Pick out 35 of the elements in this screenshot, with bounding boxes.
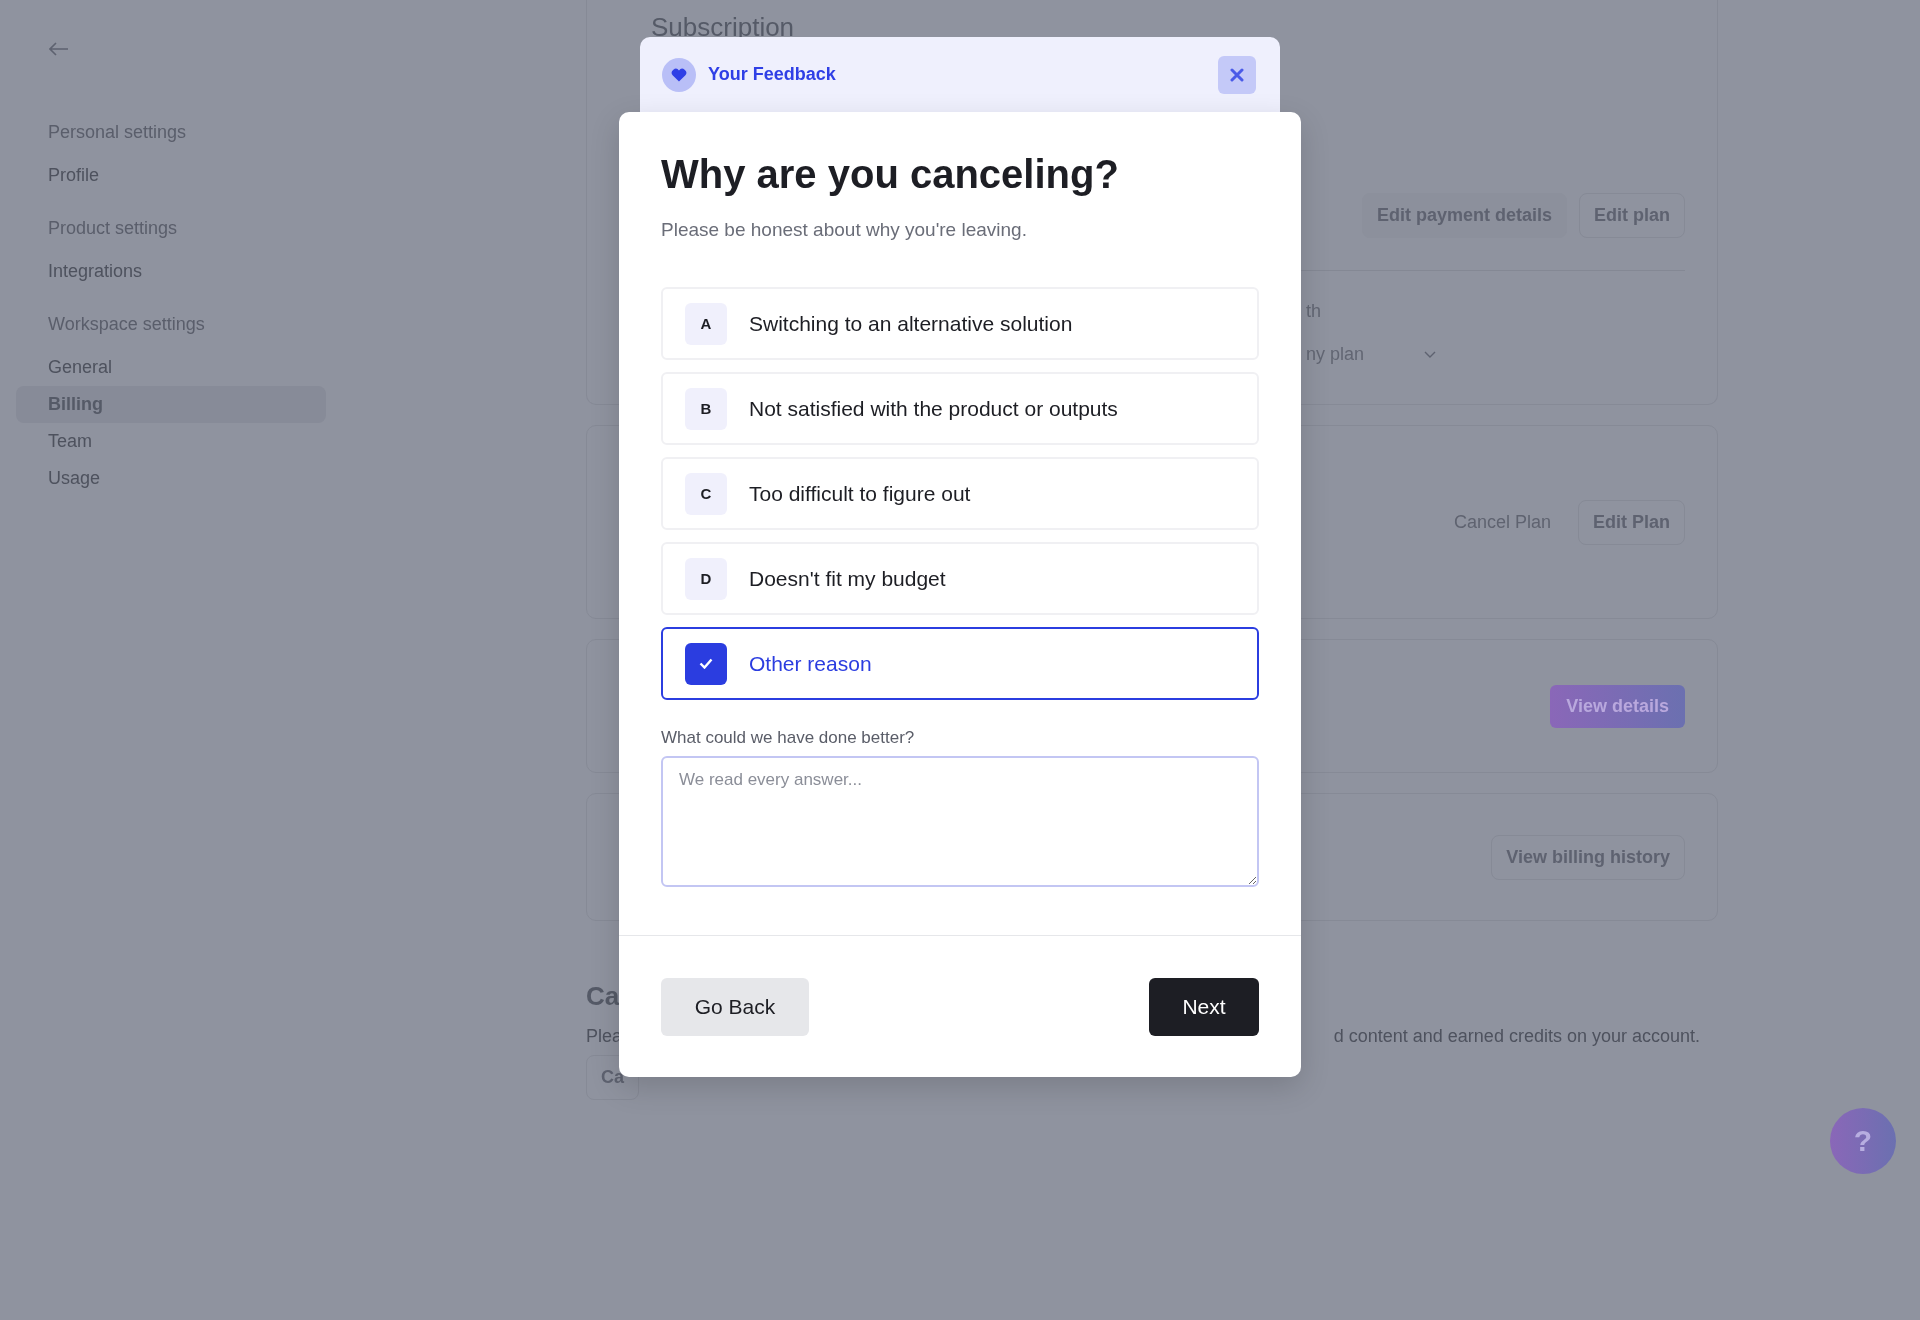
sidebar-item[interactable]: General [16, 349, 326, 386]
answer-option[interactable]: D Doesn't fit my budget [661, 542, 1259, 615]
view-details-button[interactable]: View details [1550, 684, 1685, 728]
option-label: Doesn't fit my budget [749, 566, 946, 591]
go-back-button[interactable]: Go Back [661, 977, 809, 1036]
sidebar-item[interactable]: Integrations [16, 253, 326, 290]
card-heading: Subscription [651, 11, 796, 43]
option-label: Switching to an alternative solution [749, 311, 1073, 336]
next-button[interactable]: Next [1149, 977, 1259, 1036]
option-label: Not satisfied with the product or outputs [749, 396, 1118, 421]
option-key: B [685, 387, 727, 430]
close-icon [1230, 67, 1244, 82]
option-key: C [685, 472, 727, 515]
option-key: D [685, 557, 727, 600]
description-text: d content and earned credits on your account. [1333, 1026, 1700, 1047]
answer-option[interactable]: B Not satisfied with the product or outputs [661, 372, 1259, 445]
answer-option[interactable]: Other reason [661, 627, 1259, 700]
option-label: Other reason [749, 651, 872, 676]
option-key: A [685, 302, 727, 345]
sidebar-item[interactable]: Profile [16, 157, 326, 194]
feedback-field[interactable]: We read every answer... [661, 756, 1259, 887]
modal-title: Why are you canceling? [661, 152, 1120, 197]
sidebar-item[interactable]: Team [16, 423, 326, 460]
modal-header-title: Your Feedback [708, 64, 837, 85]
modal-subtitle: Please be honest about why you're leaving. [661, 219, 1028, 241]
option-label: Too difficult to figure out [749, 481, 971, 506]
help-button[interactable]: ? [1830, 1108, 1896, 1174]
chevron-down-icon [1424, 350, 1437, 359]
sidebar-item[interactable]: Usage [16, 460, 326, 497]
section-heading: Ca [586, 981, 620, 1012]
checkbox-checked-icon [685, 642, 727, 685]
answer-option[interactable]: C Too difficult to figure out [661, 457, 1259, 530]
close-button[interactable] [1218, 55, 1256, 94]
answer-option[interactable]: A Switching to an alternative solution [661, 287, 1259, 360]
field-label: What could we have done better? [661, 728, 916, 748]
